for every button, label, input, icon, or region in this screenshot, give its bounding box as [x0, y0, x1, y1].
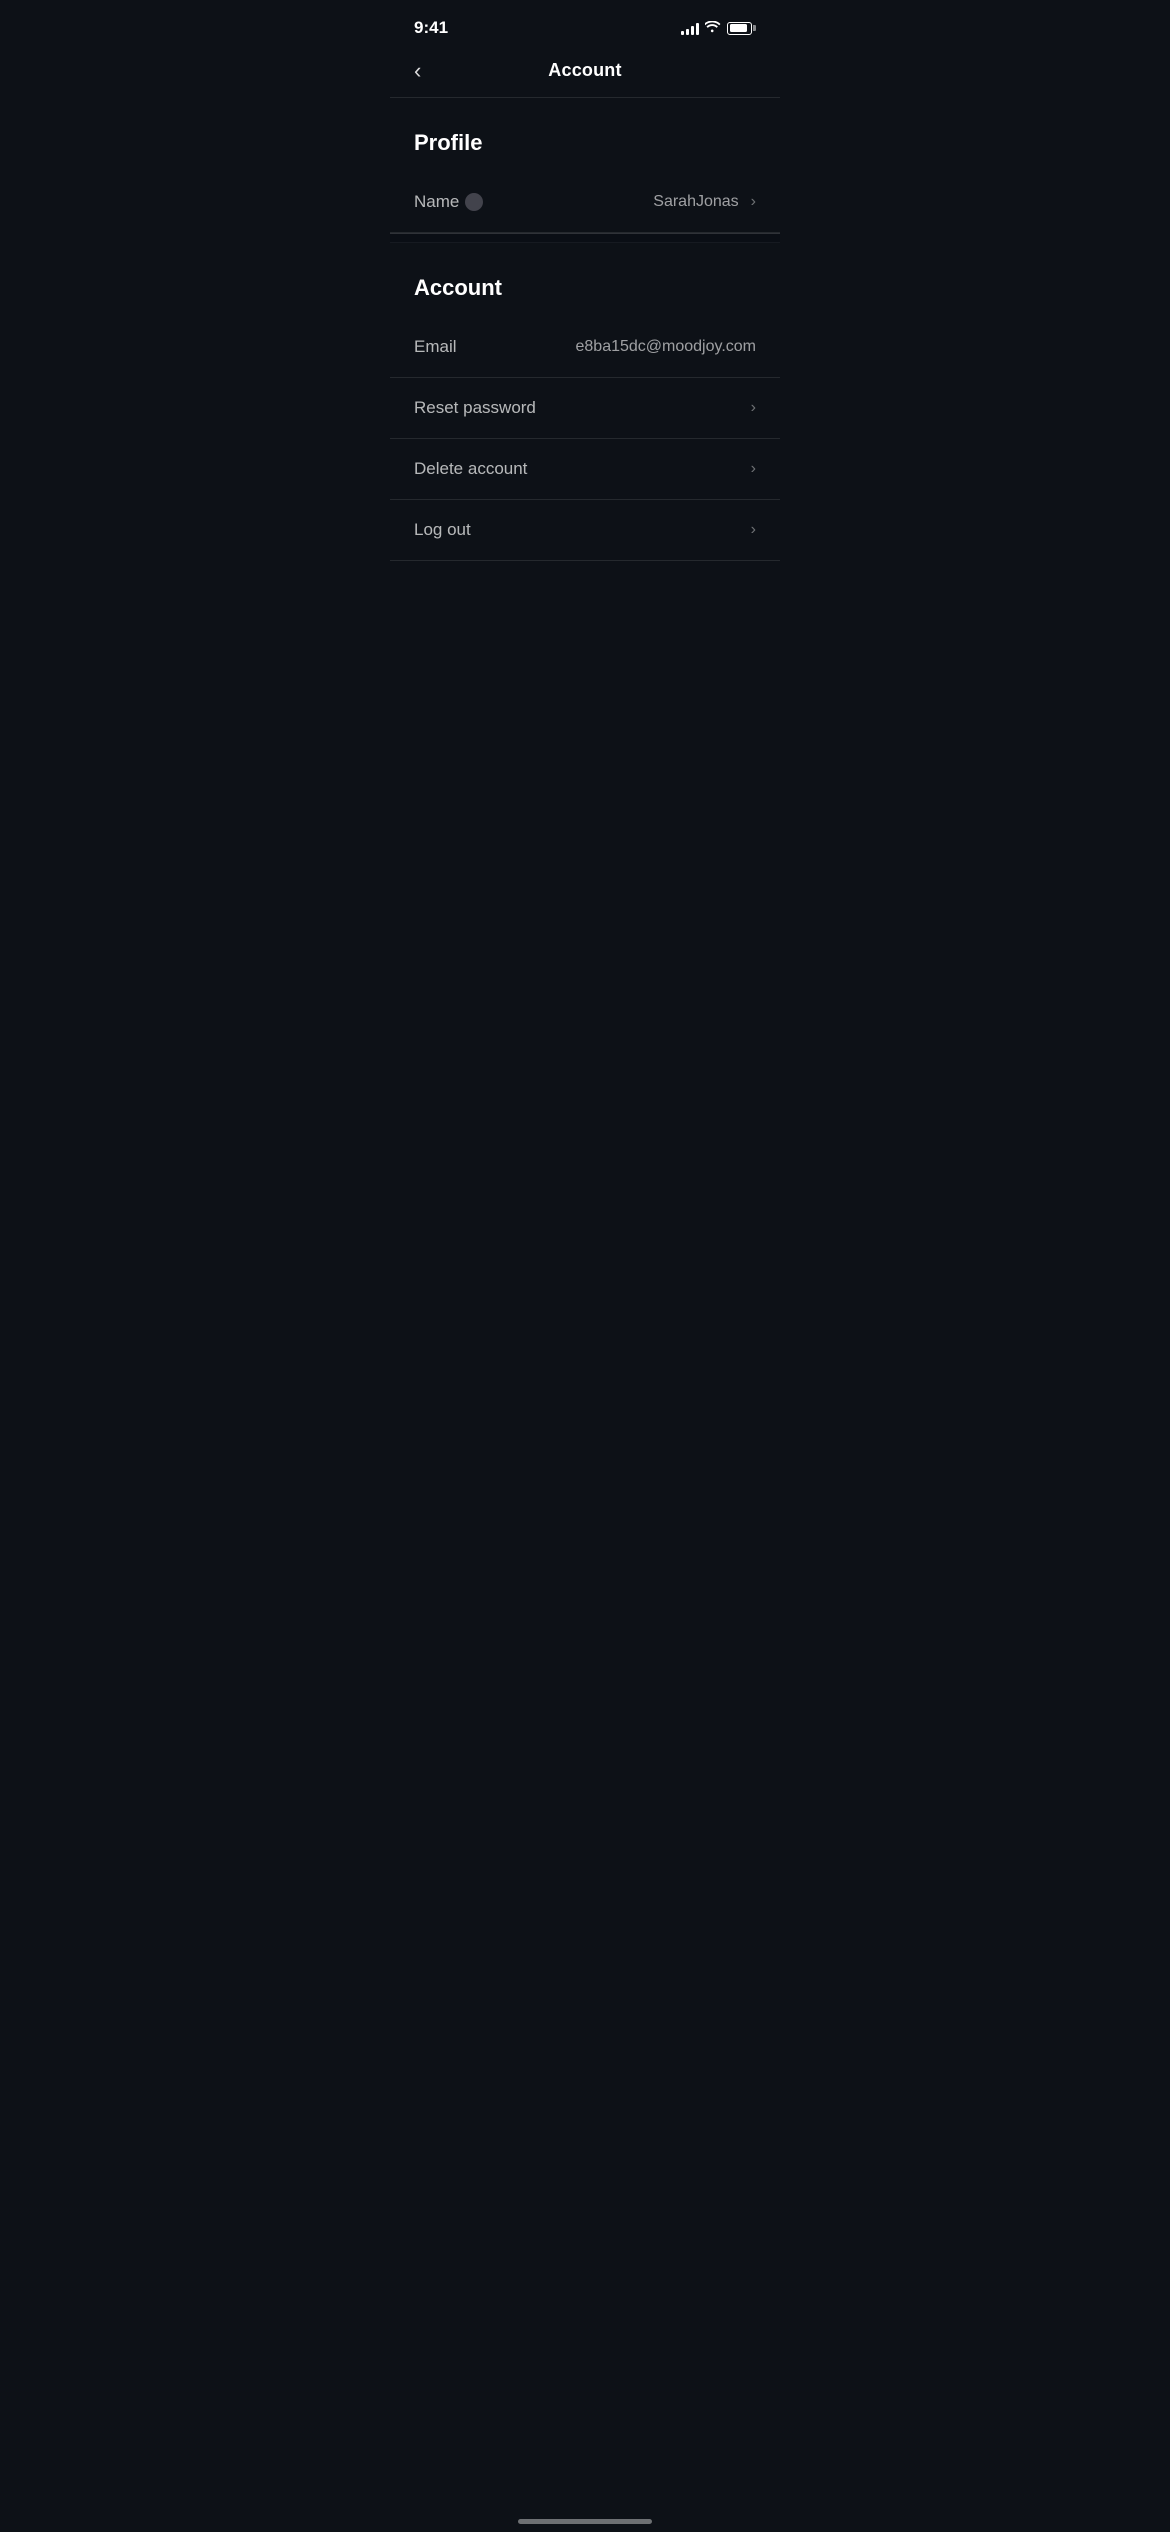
reset-password-label: Reset password [414, 398, 536, 418]
delete-account-row[interactable]: Delete account › [390, 439, 780, 500]
delete-account-label: Delete account [414, 459, 527, 479]
home-indicator [518, 2519, 652, 2524]
name-label: Name [414, 192, 459, 212]
email-value: e8ba15dc@moodjoy.com [576, 338, 757, 356]
email-label: Email [414, 337, 457, 357]
log-out-row[interactable]: Log out › [390, 500, 780, 561]
name-dot-icon [465, 193, 483, 211]
page-title: Account [548, 60, 621, 81]
chevron-icon: › [751, 460, 756, 478]
account-section: Account Email e8ba15dc@moodjoy.com Reset… [390, 243, 780, 561]
chevron-icon: › [751, 399, 756, 417]
back-button[interactable]: ‹ [410, 54, 425, 88]
name-value: SarahJonas › [653, 193, 756, 211]
battery-icon [727, 22, 756, 35]
wifi-icon [705, 21, 721, 36]
status-time: 9:41 [414, 18, 448, 38]
log-out-label: Log out [414, 520, 471, 540]
chevron-icon: › [751, 521, 756, 539]
account-section-header: Account [390, 243, 780, 317]
signal-icon [681, 21, 699, 35]
profile-section-header: Profile [390, 98, 780, 172]
profile-section: Profile Name SarahJonas › [390, 98, 780, 233]
status-icons [681, 21, 756, 36]
reset-password-row[interactable]: Reset password › [390, 378, 780, 439]
chevron-icon: › [751, 193, 756, 211]
section-divider [390, 233, 780, 243]
status-bar: 9:41 [390, 0, 780, 50]
name-row[interactable]: Name SarahJonas › [390, 172, 780, 233]
navigation-bar: ‹ Account [390, 50, 780, 98]
email-row: Email e8ba15dc@moodjoy.com [390, 317, 780, 378]
